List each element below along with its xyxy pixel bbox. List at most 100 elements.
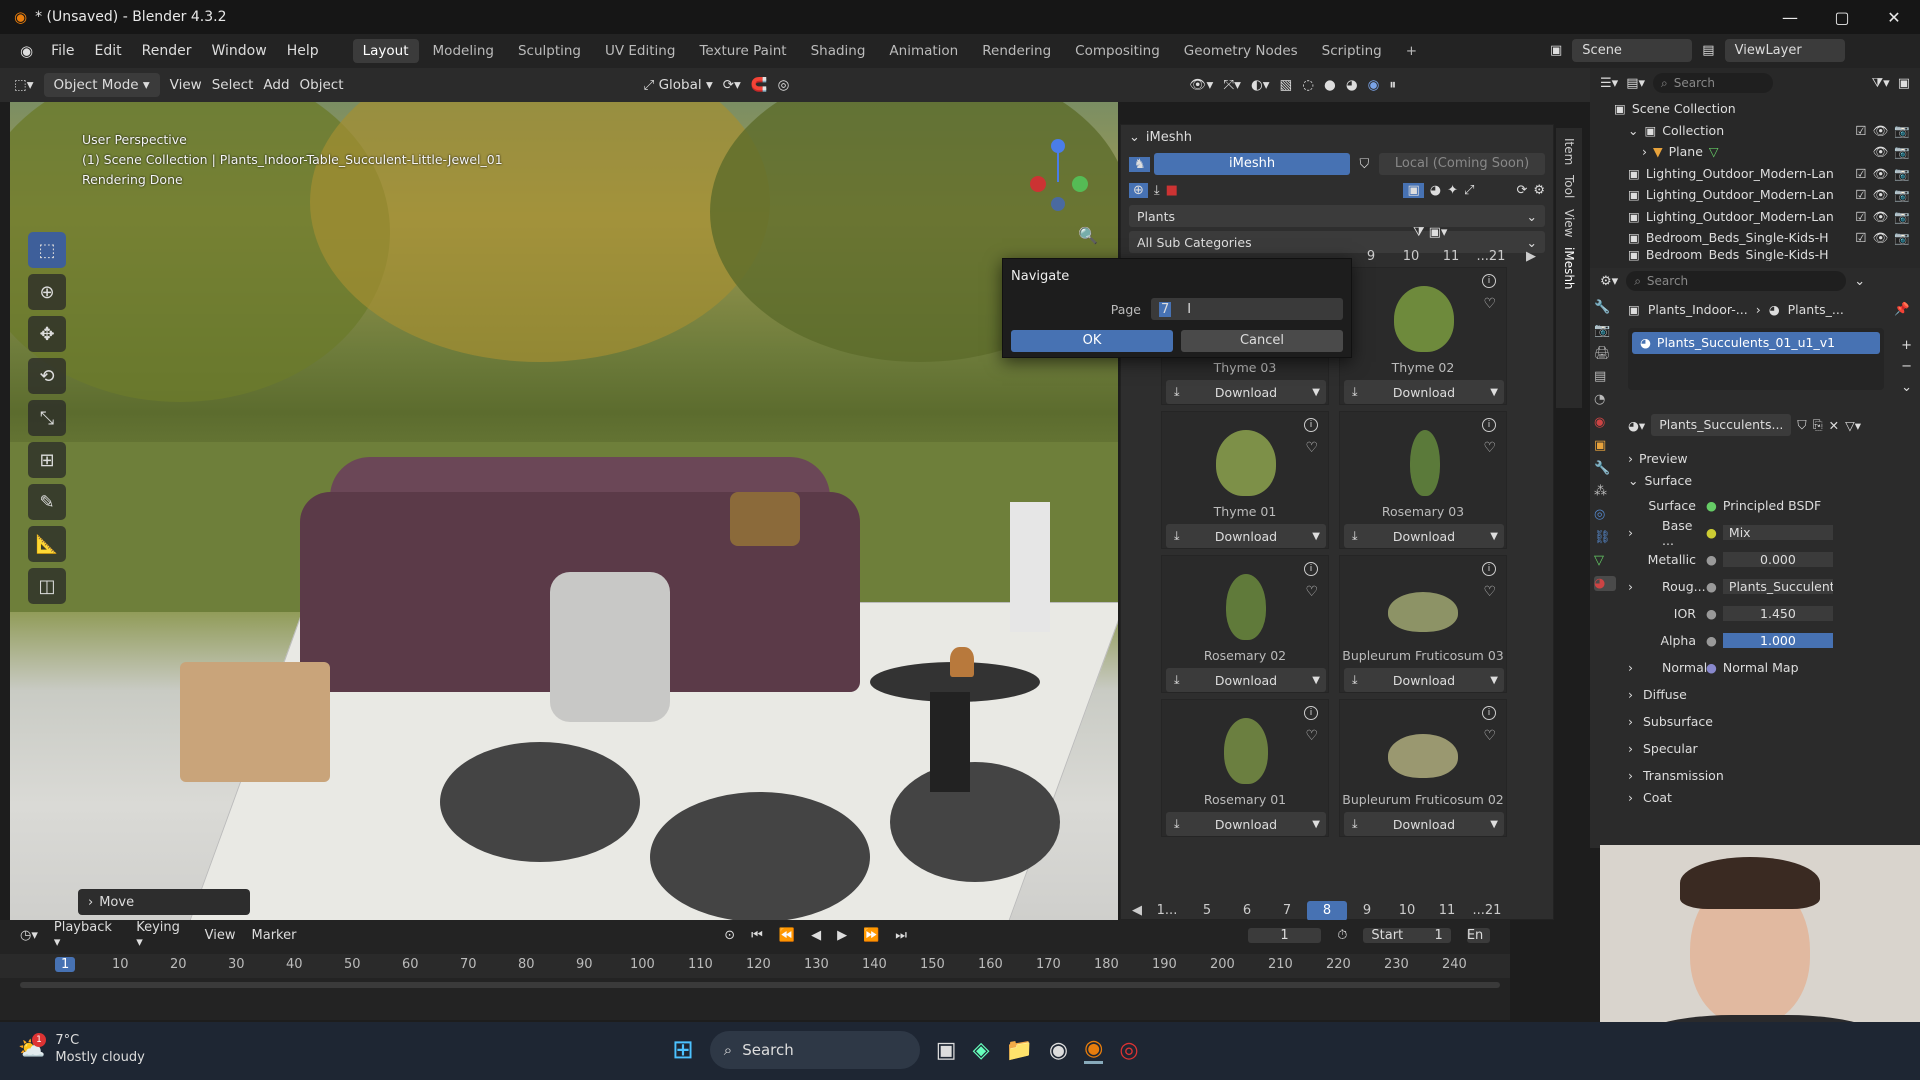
- particles-tab-icon[interactable]: ⁂: [1594, 484, 1616, 499]
- page-button[interactable]: 9: [1347, 901, 1387, 921]
- eye-icon[interactable]: 👁: [1873, 184, 1889, 206]
- heart-icon[interactable]: ♡: [1483, 296, 1496, 312]
- properties-search-input[interactable]: ⌕ Search: [1626, 271, 1847, 291]
- taskbar-search-input[interactable]: ⌕ Search: [709, 1031, 920, 1069]
- filter-icon[interactable]: ⧩: [1413, 225, 1425, 240]
- download-button[interactable]: ⤓ Download ▼: [1344, 812, 1504, 836]
- start-frame-field[interactable]: Start 1: [1363, 927, 1451, 943]
- tab-imeshh[interactable]: iMeshh: [1562, 247, 1576, 290]
- render-tab-icon[interactable]: 📷: [1594, 323, 1616, 338]
- chevron-down-icon[interactable]: ⌄: [1628, 120, 1638, 142]
- page-button[interactable]: 11: [1431, 247, 1471, 267]
- page-button[interactable]: 9: [1351, 247, 1391, 267]
- tool-tab-icon[interactable]: 🔧: [1594, 300, 1616, 315]
- gizmo-y-axis[interactable]: [1072, 176, 1088, 192]
- outliner-item[interactable]: Bedroom_Beds_Single-Kids-H: [1646, 249, 1829, 261]
- info-icon[interactable]: i: [1482, 706, 1496, 720]
- duplicate-material-icon[interactable]: ⎘: [1813, 417, 1823, 433]
- asset-card[interactable]: i ♡ Bupleurum Fruticosum 03 ⤓ Download ▼: [1339, 555, 1507, 693]
- camera-icon[interactable]: 📷: [1894, 163, 1910, 185]
- chevron-down-icon[interactable]: ▼: [1312, 387, 1320, 398]
- gizmo-neg-z-axis[interactable]: [1051, 197, 1065, 211]
- page-input[interactable]: 7 I: [1151, 298, 1343, 320]
- output-tab-icon[interactable]: 🖨: [1594, 346, 1616, 361]
- current-frame-field[interactable]: 1: [1247, 927, 1322, 943]
- material-slot-item[interactable]: ◕ Plants_Succulents_01_u1_v1: [1632, 332, 1880, 354]
- download-button[interactable]: ⤓ Download ▼: [1344, 668, 1504, 692]
- workspace-tab-uv-editing[interactable]: UV Editing: [595, 39, 685, 63]
- heart-icon[interactable]: ♡: [1305, 440, 1318, 456]
- page-button[interactable]: 10: [1391, 247, 1431, 267]
- workspace-tab-geometry-nodes[interactable]: Geometry Nodes: [1174, 39, 1308, 63]
- page-button-current[interactable]: 8: [1307, 901, 1347, 921]
- workspace-tab-modeling[interactable]: Modeling: [423, 39, 504, 63]
- collection-label[interactable]: Collection: [1662, 120, 1724, 142]
- eye-icon[interactable]: 👁: [1873, 120, 1889, 142]
- menu-help[interactable]: Help: [279, 39, 327, 63]
- asset-card[interactable]: i ♡ Rosemary 03 ⤓ Download ▼: [1339, 411, 1507, 549]
- download-button[interactable]: ⤓ Download ▼: [1166, 668, 1326, 692]
- grid-view-icon[interactable]: ▣: [1403, 182, 1424, 198]
- pause-render-icon[interactable]: ⏸: [1389, 77, 1396, 93]
- workspace-tab-compositing[interactable]: Compositing: [1065, 39, 1170, 63]
- chevron-down-icon[interactable]: ▼: [1490, 819, 1498, 830]
- chevron-right-icon[interactable]: ›: [1628, 525, 1648, 540]
- normal-field[interactable]: Normal Map: [1723, 660, 1799, 675]
- section-diffuse[interactable]: Diffuse: [1643, 681, 1687, 708]
- add-workspace-button[interactable]: +: [1396, 39, 1427, 63]
- checkbox-icon[interactable]: ☑: [1855, 163, 1866, 185]
- rotate-tool-icon[interactable]: ⟲: [28, 358, 66, 394]
- minimize-button[interactable]: —: [1764, 0, 1816, 34]
- page-button[interactable]: 7: [1267, 901, 1307, 921]
- measure-tool-icon[interactable]: 📐: [28, 526, 66, 562]
- chevron-right-icon[interactable]: ›: [1628, 681, 1633, 708]
- page-button[interactable]: ...21: [1471, 247, 1511, 267]
- chevron-down-icon[interactable]: ⌄: [1854, 274, 1865, 289]
- outliner-search-input[interactable]: ⌕ Search: [1653, 73, 1773, 93]
- roughness-field[interactable]: Plants_Succulent...: [1722, 579, 1833, 594]
- eye-icon[interactable]: 👁: [1873, 163, 1889, 185]
- play-reverse-icon[interactable]: ◀: [811, 928, 821, 943]
- chevron-down-icon[interactable]: ▼: [1312, 819, 1320, 830]
- 3d-viewport[interactable]: ⬚ ⊕ ✥ ⟲ ⤡ ⊞ ✎ 📐 ◫ User Perspective (1) S…: [10, 102, 1118, 920]
- display-options-icon[interactable]: ▣▾: [1429, 225, 1448, 240]
- add-menu[interactable]: Add: [263, 77, 289, 93]
- refresh-icon[interactable]: ⟳: [1516, 183, 1527, 198]
- checkbox-icon[interactable]: ☑: [1855, 120, 1866, 142]
- chevron-down-icon[interactable]: ⌄: [1628, 470, 1638, 492]
- heart-icon[interactable]: ♡: [1483, 584, 1496, 600]
- proportional-edit-icon[interactable]: ◎: [778, 77, 790, 93]
- section-specular[interactable]: Specular: [1643, 735, 1698, 762]
- favorites-icon[interactable]: ■: [1166, 183, 1178, 198]
- gizmo-toggle-icon[interactable]: ⤧▾: [1223, 77, 1241, 93]
- info-icon[interactable]: i: [1482, 274, 1496, 288]
- heart-icon[interactable]: ♡: [1483, 440, 1496, 456]
- outliner-item[interactable]: Plane: [1669, 141, 1703, 163]
- camera-icon[interactable]: 📷: [1894, 227, 1910, 249]
- info-icon[interactable]: i: [1304, 562, 1318, 576]
- object-menu[interactable]: Object: [300, 77, 344, 93]
- metallic-field[interactable]: 0.000: [1722, 552, 1833, 567]
- outliner-item[interactable]: Lighting_Outdoor_Modern-Lan: [1646, 184, 1834, 206]
- material-browse-icon[interactable]: ◕▾: [1628, 418, 1645, 433]
- ior-field[interactable]: 1.450: [1722, 606, 1833, 621]
- globe-icon[interactable]: ⊕: [1129, 182, 1148, 198]
- move-tool-icon[interactable]: ✥: [28, 316, 66, 352]
- alpha-field[interactable]: 1.000: [1722, 633, 1833, 648]
- keying-menu[interactable]: Keying ▾: [136, 920, 188, 950]
- frame-tick-current[interactable]: 1: [55, 957, 76, 972]
- cursor-tool-icon[interactable]: ⊕: [28, 274, 66, 310]
- node-link-icon[interactable]: ▽▾: [1845, 418, 1861, 433]
- chevron-down-icon[interactable]: ▼: [1312, 675, 1320, 686]
- checkbox-icon[interactable]: ☑: [1855, 227, 1866, 249]
- zoom-icon[interactable]: 🔍: [1078, 226, 1098, 245]
- heart-icon[interactable]: ♡: [1483, 728, 1496, 744]
- info-icon[interactable]: i: [1482, 418, 1496, 432]
- page-button[interactable]: 1...: [1147, 901, 1187, 921]
- chevron-down-icon[interactable]: ▼: [1490, 531, 1498, 542]
- outliner-item[interactable]: Lighting_Outdoor_Modern-Lan: [1646, 163, 1834, 185]
- camera-icon[interactable]: 📷: [1894, 206, 1910, 228]
- tab-item[interactable]: Item: [1562, 138, 1576, 165]
- cancel-button[interactable]: Cancel: [1181, 330, 1343, 352]
- heart-icon[interactable]: ♡: [1305, 584, 1318, 600]
